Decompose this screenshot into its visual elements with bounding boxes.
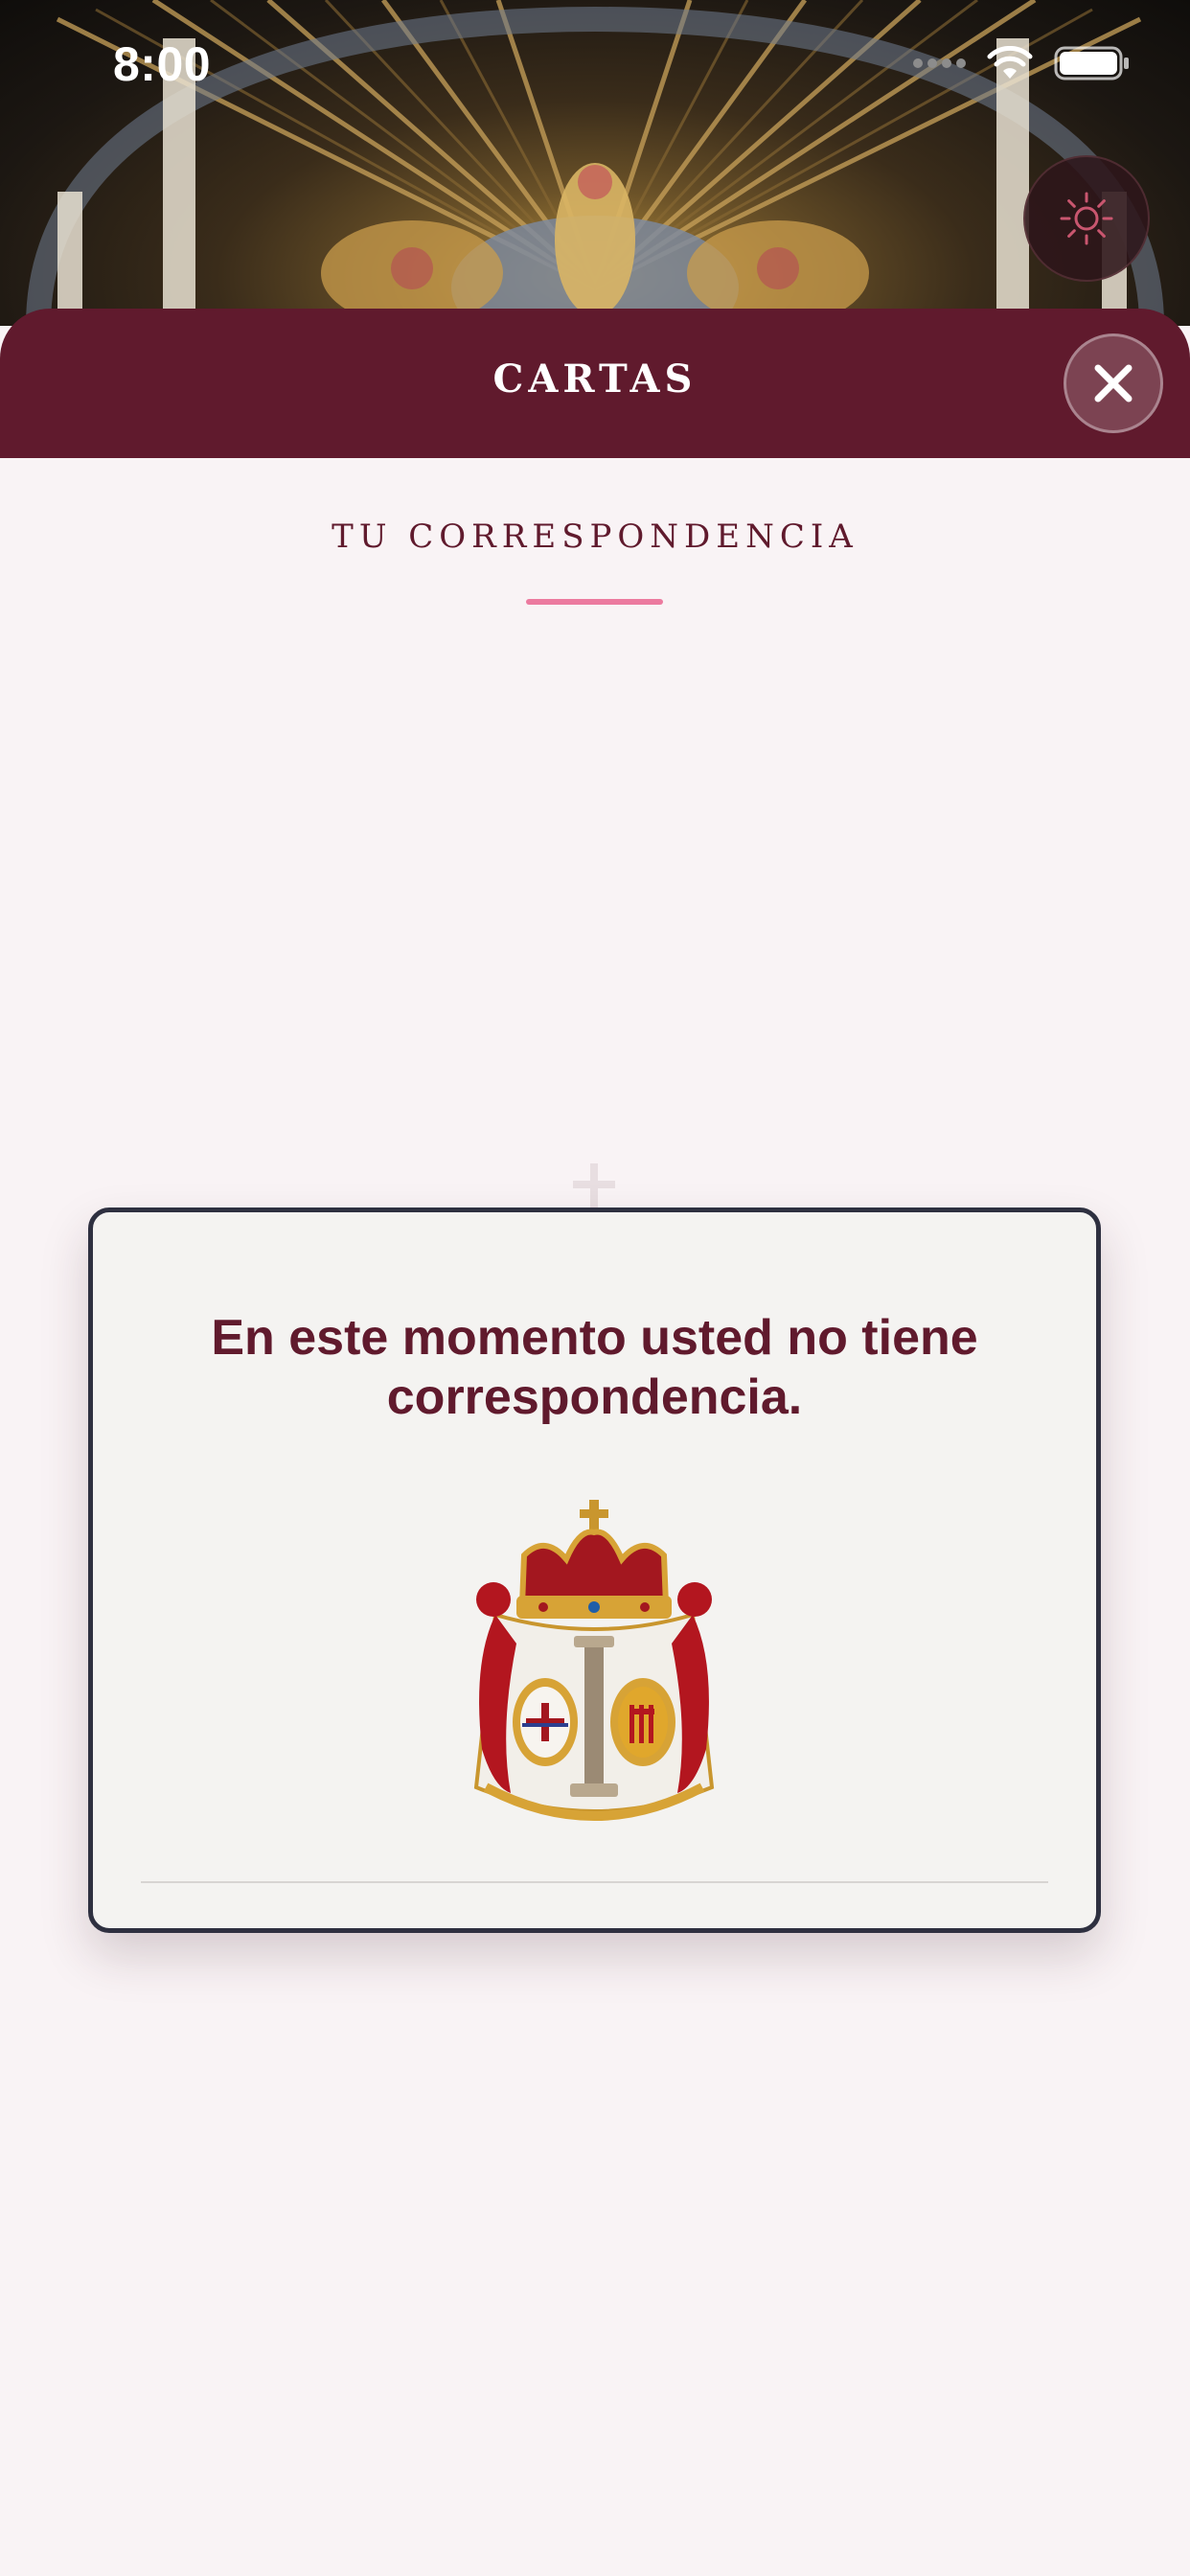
empty-state-card: En este momento usted no tiene correspon… [88, 1208, 1101, 1933]
coat-of-arms-image [473, 1500, 715, 1821]
wifi-icon [987, 46, 1033, 79]
close-button[interactable] [1064, 334, 1163, 433]
page-title: CARTAS [492, 356, 698, 402]
status-bar-icons [913, 44, 1131, 82]
card-divider [141, 1881, 1048, 1883]
battery-icon [1054, 46, 1129, 80]
empty-state-message: En este momento usted no tiene correspon… [211, 1310, 978, 1425]
section-heading: TU CORRESPONDENCIA [332, 518, 858, 556]
theme-toggle-button[interactable] [1023, 155, 1150, 282]
status-bar-time: 8:00 [113, 37, 212, 91]
section-underline [526, 599, 663, 605]
cellular-signal-icon [913, 58, 966, 68]
close-icon [1094, 364, 1133, 402]
sun-icon [1060, 192, 1113, 245]
sheet-header: CARTAS [0, 309, 1190, 458]
